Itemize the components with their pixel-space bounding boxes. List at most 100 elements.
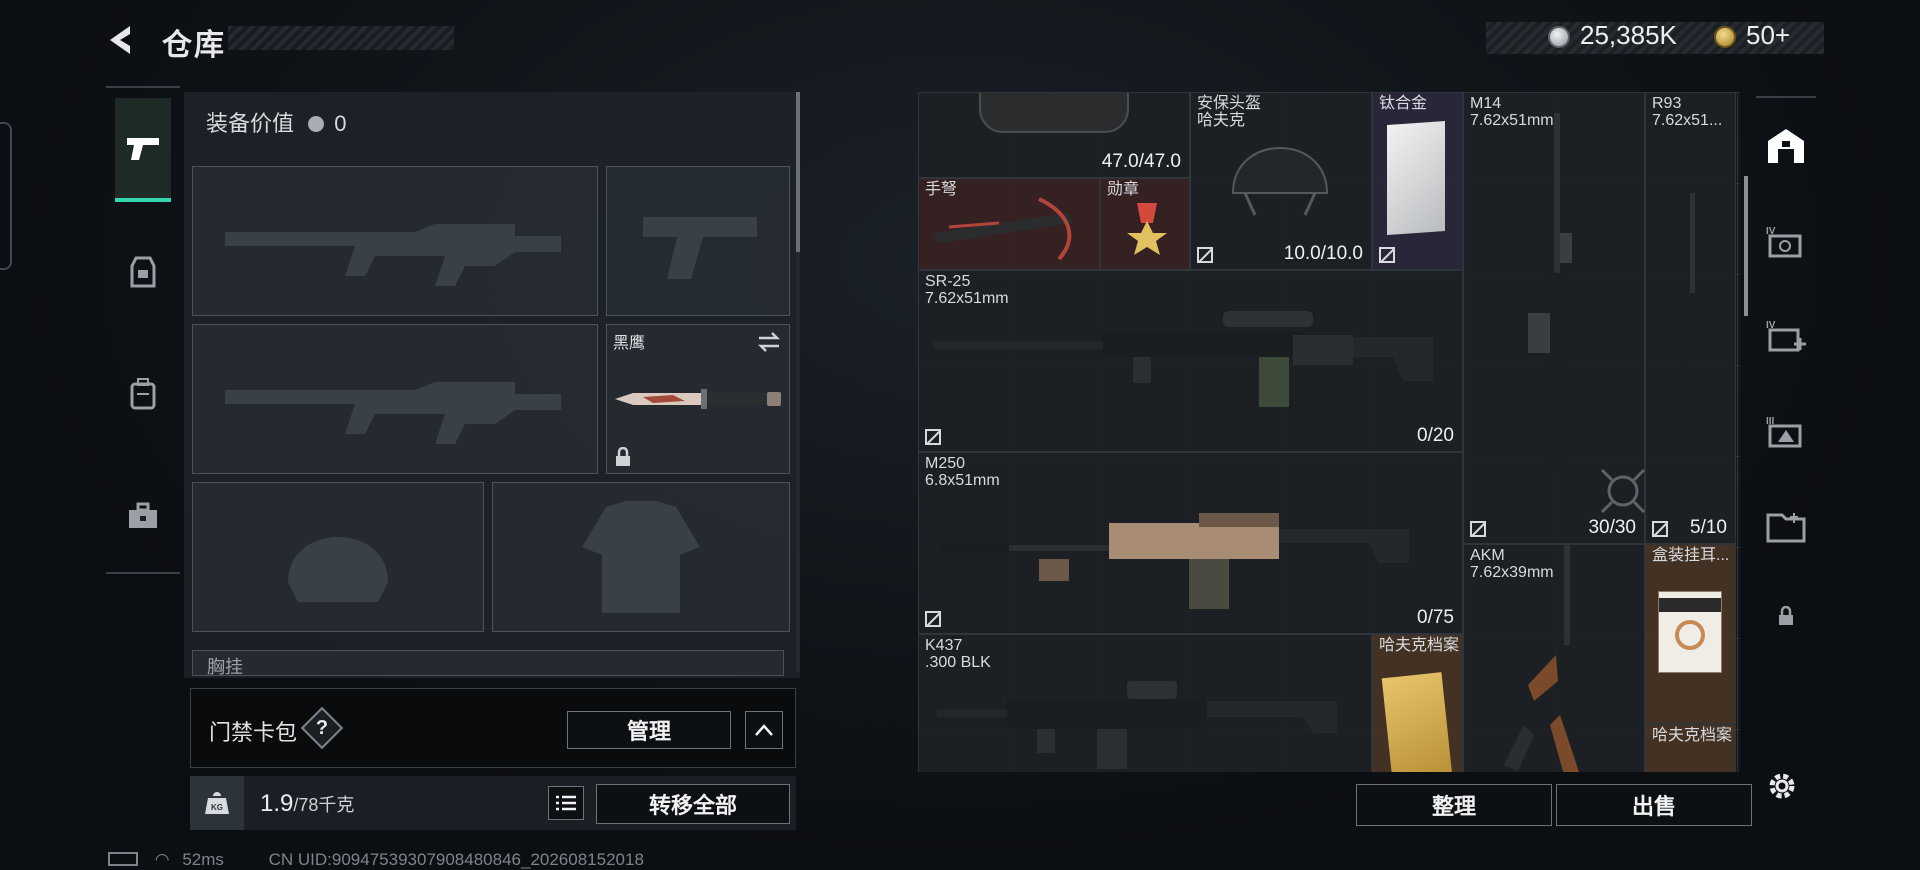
storage-scroll-thumb[interactable] bbox=[1744, 176, 1748, 316]
chevron-up-icon bbox=[755, 724, 773, 736]
silver-coin-icon bbox=[308, 116, 325, 132]
silver-amount: 25,385K bbox=[1580, 20, 1677, 50]
manage-button[interactable]: 管理 bbox=[567, 711, 731, 749]
storage-home-tab[interactable] bbox=[1762, 122, 1810, 170]
document-folder-icon bbox=[1381, 672, 1453, 772]
sidebar-item-toolbox[interactable] bbox=[115, 464, 171, 568]
list-icon bbox=[556, 795, 576, 811]
weight-icon: KG bbox=[190, 776, 244, 830]
iv-expand-tab[interactable]: IV bbox=[1762, 218, 1810, 266]
battery-icon bbox=[108, 852, 138, 866]
k437-item[interactable]: K437 .300 BLK bbox=[918, 634, 1372, 772]
keycard-label: 门禁卡包 bbox=[209, 720, 298, 745]
locked-tab[interactable] bbox=[1762, 592, 1810, 640]
archive-item-2[interactable]: 哈夫克档案 bbox=[1645, 724, 1736, 772]
iii-expand-tab[interactable]: III bbox=[1762, 408, 1810, 456]
akm-item[interactable]: AKM 7.62x39mm bbox=[1463, 544, 1645, 772]
pistol-icon bbox=[127, 138, 159, 160]
weight-bar: KG 1.9/78千克 转移全部 bbox=[190, 776, 796, 830]
iv-add-tab[interactable]: IV bbox=[1762, 312, 1810, 360]
akm-rifle-icon bbox=[1504, 545, 1579, 772]
sort-button[interactable]: 整理 bbox=[1356, 784, 1552, 826]
helmet-item[interactable]: 安保头盔 哈夫克 10.0/10.0 bbox=[1190, 92, 1372, 270]
lock-icon bbox=[616, 447, 630, 466]
titanium-plate-icon bbox=[1387, 120, 1445, 236]
knife-icon bbox=[615, 389, 781, 409]
storage-tabs: IV IV III bbox=[1756, 96, 1816, 656]
k437-rifle-icon bbox=[937, 681, 1337, 769]
transfer-all-button[interactable]: 转移全部 bbox=[596, 784, 790, 824]
earbox-item[interactable]: 盒装挂耳... bbox=[1645, 544, 1736, 724]
gold-coin-icon bbox=[1714, 26, 1736, 48]
loadout-scroll-thumb[interactable] bbox=[796, 92, 800, 252]
sidebar-item-backpack[interactable] bbox=[115, 342, 171, 446]
lock-icon bbox=[1779, 606, 1793, 625]
sell-button[interactable]: 出售 bbox=[1556, 784, 1752, 826]
crossbow-item[interactable]: 手弩 bbox=[918, 178, 1100, 270]
storage-grid: 47.0/47.0 安保头盔 哈夫克 10.0/10.0 钛合金 M14 7.6… bbox=[918, 92, 1740, 772]
folder-tab[interactable] bbox=[1762, 502, 1810, 550]
rifle-silhouette-icon bbox=[225, 224, 561, 286]
coffee-box-icon bbox=[1658, 591, 1722, 673]
no-insure-icon bbox=[925, 429, 941, 445]
armor-slot[interactable] bbox=[492, 482, 790, 632]
no-insure-icon bbox=[1652, 521, 1668, 537]
crossbow-icon bbox=[933, 197, 1073, 261]
settings-button[interactable] bbox=[1760, 764, 1804, 808]
helmet-armor-icon bbox=[130, 256, 156, 288]
swap-icon[interactable] bbox=[757, 331, 781, 353]
m250-item[interactable]: M250 6.8x51mm 0/75 bbox=[918, 452, 1463, 634]
no-insure-icon bbox=[925, 611, 941, 627]
iv-add-icon: IV bbox=[1766, 320, 1806, 352]
armor-item[interactable]: 47.0/47.0 bbox=[918, 92, 1190, 178]
silver-coin-icon bbox=[1548, 26, 1570, 48]
melee-slot[interactable]: 黑鹰 bbox=[606, 324, 790, 474]
medal-item[interactable]: 勋章 bbox=[1100, 178, 1190, 270]
pistol-slot[interactable] bbox=[606, 166, 790, 316]
archive-item-1[interactable]: 哈夫克档案 bbox=[1372, 634, 1463, 772]
sr25-item[interactable]: SR-25 7.62x51mm 0/20 bbox=[918, 270, 1463, 452]
primary-weapon-slot-2[interactable] bbox=[192, 324, 598, 474]
back-arrow-icon[interactable] bbox=[104, 22, 140, 58]
helmet-silhouette-icon bbox=[288, 537, 388, 602]
storage-home-icon bbox=[1768, 129, 1804, 163]
backpack-icon bbox=[130, 378, 156, 410]
weight-value: 1.9/78千克 bbox=[260, 790, 355, 817]
primary-weapon-slot-1[interactable] bbox=[192, 166, 598, 316]
medal-icon bbox=[1127, 203, 1167, 255]
armor-silhouette-icon bbox=[582, 501, 700, 613]
iv-expand-icon: IV bbox=[1766, 226, 1802, 258]
collapse-button[interactable] bbox=[745, 711, 783, 749]
target-reticle-icon bbox=[1600, 468, 1646, 514]
keycard-bar: 门禁卡包 ? 管理 bbox=[190, 688, 796, 768]
wifi-icon: ◠ bbox=[154, 850, 170, 869]
no-insure-icon bbox=[1197, 247, 1213, 263]
edge-handle[interactable] bbox=[0, 122, 12, 270]
title-decoration bbox=[228, 26, 454, 50]
r93-item[interactable]: R93 7.62x51... 5/10 bbox=[1645, 92, 1736, 544]
help-icon[interactable]: ? bbox=[300, 706, 344, 750]
iii-expand-icon: III bbox=[1766, 416, 1802, 448]
helmet-slot[interactable] bbox=[192, 482, 484, 632]
page-title: 仓库 bbox=[162, 29, 226, 62]
rifle-silhouette-icon bbox=[225, 382, 561, 444]
status-bar: ◠ 52ms CN UID:909475393079084808​46_2026… bbox=[108, 850, 644, 870]
melee-name: 黑鹰 bbox=[613, 335, 646, 352]
sidebar-item-gear[interactable] bbox=[115, 220, 171, 324]
toolbox-icon bbox=[129, 502, 157, 528]
equipment-value: 装备价值 0 bbox=[206, 111, 347, 136]
top-bar: 仓库 25,385K 50+ bbox=[0, 0, 1920, 80]
titanium-item[interactable]: 钛合金 bbox=[1372, 92, 1463, 270]
uid: CN UID:909475393079084808​46_20260815201… bbox=[268, 850, 644, 869]
helmet-icon bbox=[1231, 147, 1329, 216]
gear-icon bbox=[1769, 773, 1795, 799]
list-button[interactable] bbox=[548, 786, 584, 820]
storage-panel: 47.0/47.0 安保头盔 哈夫克 10.0/10.0 钛合金 M14 7.6… bbox=[914, 92, 1754, 830]
svg-text:KG: KG bbox=[211, 803, 223, 812]
folder-icon bbox=[1766, 513, 1806, 543]
gold-amount[interactable]: 50+ bbox=[1746, 20, 1790, 51]
no-insure-icon bbox=[1470, 521, 1486, 537]
m250-machinegun-icon bbox=[939, 513, 1409, 609]
chest-rig-slot[interactable]: 胸挂 bbox=[192, 650, 784, 676]
sidebar-item-weapons[interactable] bbox=[115, 98, 171, 202]
